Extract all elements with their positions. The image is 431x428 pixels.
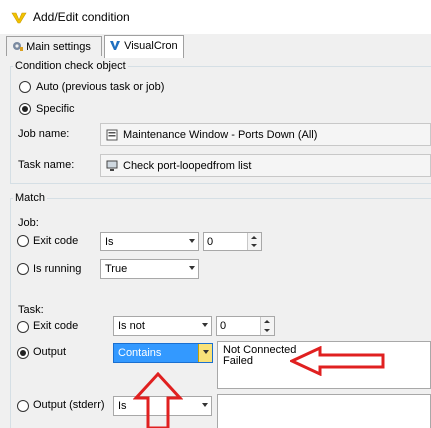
job-heading: Job: xyxy=(18,217,39,229)
job-exit-code-operator-select[interactable]: Is xyxy=(100,232,199,251)
task-stderr-textarea[interactable] xyxy=(217,394,431,428)
job-name-value: Maintenance Window - Ports Down (All) xyxy=(123,129,318,141)
task-output-radio[interactable] xyxy=(17,347,29,359)
visualcron-logo-icon xyxy=(11,12,27,24)
task-output-operator-value: Contains xyxy=(118,347,162,359)
job-running-label: Is running xyxy=(33,263,82,275)
task-stderr-radio[interactable] xyxy=(17,400,29,412)
tab-main-settings[interactable]: Main settings xyxy=(6,36,102,56)
task-exit-code-value-spinner[interactable]: 0 xyxy=(216,316,275,336)
spinner-buttons[interactable] xyxy=(247,233,261,250)
tab-visualcron-label: VisualCron xyxy=(124,40,178,52)
auto-radio-label: Auto (previous task or job) xyxy=(36,81,165,93)
task-exit-code-label: Exit code xyxy=(33,320,79,332)
job-name-field[interactable]: Maintenance Window - Ports Down (All) xyxy=(100,123,431,146)
task-output-label: Output xyxy=(33,346,67,358)
gear-icon xyxy=(13,42,23,51)
computer-icon xyxy=(106,160,118,171)
specific-radio-label: Specific xyxy=(36,103,75,115)
spin-down-icon xyxy=(264,329,270,332)
task-exit-code-value: 0 xyxy=(220,320,227,332)
task-name-label: Task name: xyxy=(18,159,75,171)
task-stderr-label: Output (stderr) xyxy=(33,399,105,411)
task-exit-code-operator-value: Is not xyxy=(118,320,145,332)
job-running-value: True xyxy=(105,263,128,275)
task-output-operator-select[interactable]: Contains xyxy=(113,343,213,363)
spinner-buttons[interactable] xyxy=(260,317,274,335)
job-exit-code-value-spinner[interactable]: 0 xyxy=(203,232,262,251)
job-icon xyxy=(106,129,118,141)
task-name-field[interactable]: Check port-loopedfrom list xyxy=(100,154,431,177)
visualcron-icon xyxy=(110,41,120,50)
job-exit-code-value: 0 xyxy=(207,236,214,248)
job-exit-code-radio[interactable] xyxy=(17,235,29,247)
chevron-down-icon xyxy=(202,403,208,407)
chevron-down-icon xyxy=(189,266,195,270)
job-running-radio[interactable] xyxy=(17,263,29,275)
task-name-value: Check port-loopedfrom list xyxy=(123,160,252,172)
chevron-down-icon xyxy=(203,350,209,354)
task-stderr-operator-value: Is xyxy=(118,400,127,412)
task-exit-code-radio[interactable] xyxy=(17,321,29,333)
dropdown-button[interactable] xyxy=(198,344,212,362)
job-name-label: Job name: xyxy=(18,128,70,140)
job-running-select[interactable]: True xyxy=(100,259,199,279)
spin-down-icon xyxy=(251,244,257,247)
annotation-left-arrow-icon xyxy=(290,346,385,376)
job-exit-code-operator-value: Is xyxy=(105,236,114,248)
chevron-down-icon xyxy=(189,239,195,243)
spin-up-icon xyxy=(264,320,270,323)
tab-main-settings-label: Main settings xyxy=(26,41,91,53)
job-exit-code-label: Exit code xyxy=(33,235,79,247)
auto-radio[interactable] xyxy=(19,81,31,93)
chevron-down-icon xyxy=(202,323,208,327)
condition-check-object-legend: Condition check object xyxy=(13,60,128,72)
annotation-up-arrow-icon xyxy=(133,372,183,428)
tab-visualcron[interactable]: VisualCron xyxy=(104,35,184,58)
match-legend: Match xyxy=(13,192,47,204)
window-title: Add/Edit condition xyxy=(33,10,130,24)
task-exit-code-operator-select[interactable]: Is not xyxy=(113,316,212,336)
task-heading: Task: xyxy=(18,304,44,316)
specific-radio[interactable] xyxy=(19,103,31,115)
spin-up-icon xyxy=(251,236,257,239)
